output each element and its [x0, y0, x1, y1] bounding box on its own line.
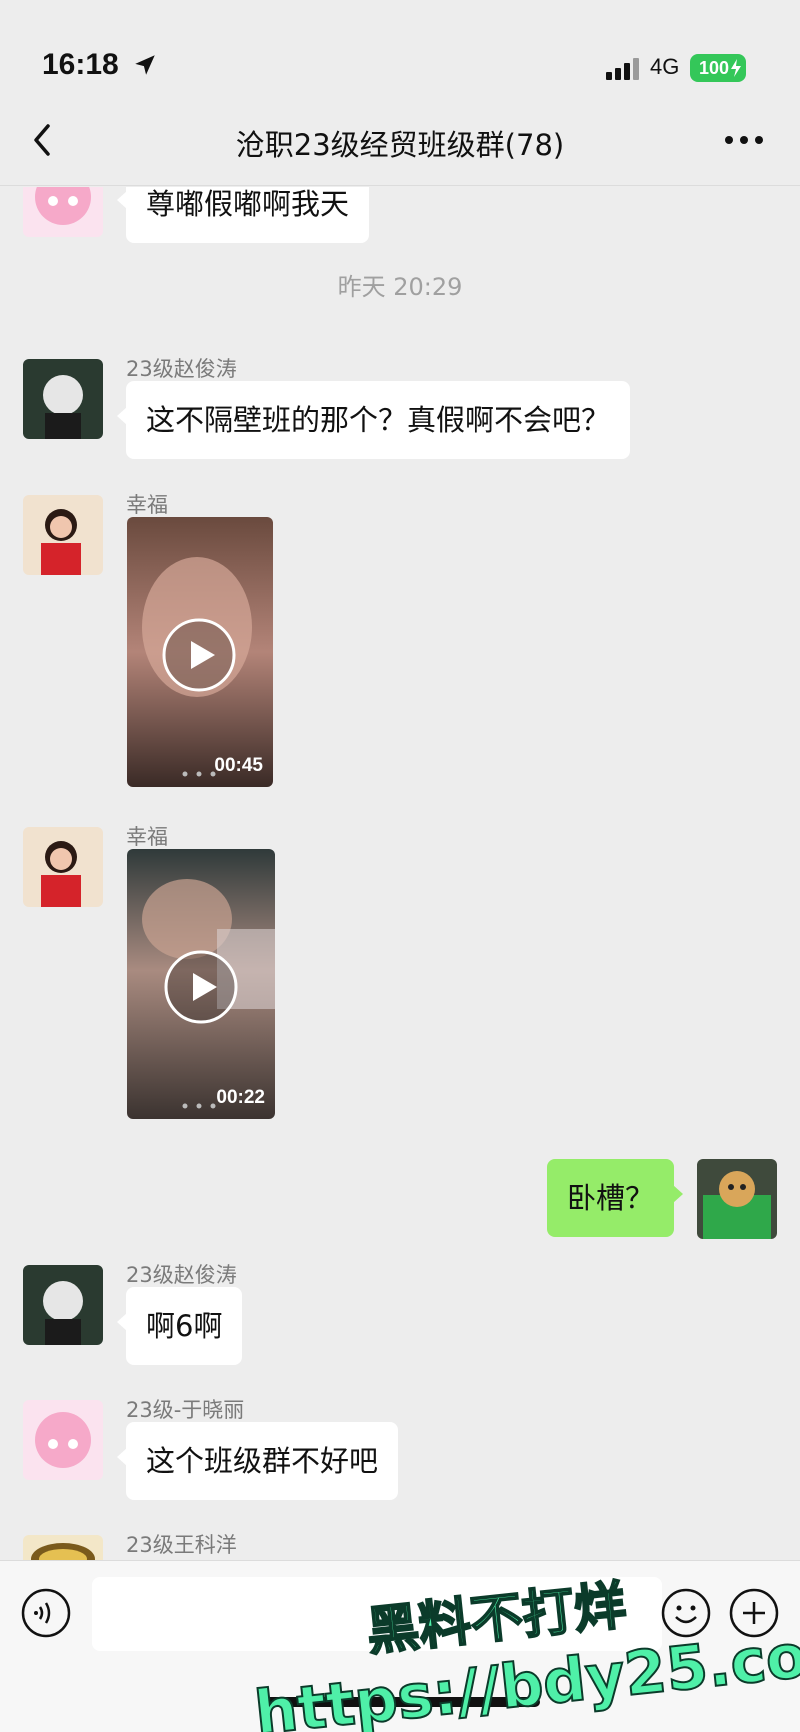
- chat-title: 沧职23级经贸班级群(78): [235, 128, 565, 162]
- nav-bar: 沧职23级经贸班级群(78): [0, 100, 800, 186]
- avatar[interactable]: [23, 1265, 103, 1345]
- sender-name: 23级王科洋: [126, 1533, 237, 1557]
- avatar[interactable]: [23, 359, 103, 439]
- input-bar: [0, 1560, 800, 1732]
- avatar-image: [23, 187, 103, 237]
- avatar-image: [23, 827, 103, 907]
- avatar[interactable]: [23, 1400, 103, 1480]
- self-avatar[interactable]: [697, 1159, 777, 1239]
- charging-bolt-icon: [731, 59, 741, 77]
- battery-icon: 100: [690, 54, 746, 82]
- avatar[interactable]: [23, 495, 103, 575]
- video-duration: 00:22: [216, 1087, 265, 1108]
- sender-name: 幸福: [126, 825, 168, 849]
- avatar[interactable]: [23, 827, 103, 907]
- play-icon[interactable]: [161, 617, 237, 693]
- video-duration: 00:45: [214, 755, 263, 776]
- voice-icon[interactable]: [20, 1587, 72, 1639]
- signal-icon: [606, 58, 639, 80]
- video-message[interactable]: 00:22: [127, 849, 275, 1119]
- message-bubble-self[interactable]: 卧槽？: [546, 1159, 684, 1237]
- avatar-image: [23, 359, 103, 439]
- battery-level: 100: [698, 57, 730, 78]
- message-bubble[interactable]: 这个班级群不好吧: [116, 1422, 399, 1500]
- home-indicator: [260, 1697, 540, 1707]
- sender-name: 23级赵俊涛: [126, 357, 237, 381]
- avatar-image: [23, 1265, 103, 1345]
- page-dots: [182, 771, 216, 777]
- plus-icon[interactable]: [728, 1587, 780, 1639]
- sender-name: 23级-于晓丽: [126, 1398, 245, 1422]
- network-type: 4G: [650, 54, 680, 79]
- sender-name: 23级赵俊涛: [126, 1263, 237, 1287]
- message-input[interactable]: [92, 1577, 662, 1651]
- emoji-icon[interactable]: [660, 1587, 712, 1639]
- message-bubble[interactable]: 尊嘟假嘟啊我天: [116, 187, 370, 243]
- avatar-image: [23, 1400, 103, 1480]
- avatar-image: [23, 495, 103, 575]
- message-bubble[interactable]: 啊6啊: [116, 1287, 243, 1365]
- video-message[interactable]: 00:45: [127, 517, 273, 787]
- page-dots: [182, 1103, 216, 1109]
- status-time: 16:18: [42, 48, 119, 81]
- location-arrow-icon: [135, 55, 155, 75]
- play-icon[interactable]: [163, 949, 239, 1025]
- message-list[interactable]: 尊嘟假嘟啊我天 昨天 20:29 23级赵俊涛 这不隔壁班的那个？真假啊不会吧？…: [0, 187, 800, 1560]
- avatar[interactable]: [23, 187, 103, 237]
- timestamp: 昨天 20:29: [337, 273, 463, 301]
- avatar-image: [697, 1159, 777, 1239]
- avatar[interactable]: [23, 1535, 103, 1560]
- more-icon[interactable]: [724, 134, 764, 146]
- status-bar: 16:18 4G 100: [0, 0, 800, 100]
- avatar-image: [23, 1535, 103, 1560]
- message-bubble[interactable]: 这不隔壁班的那个？真假啊不会吧？: [116, 381, 631, 459]
- sender-name: 幸福: [126, 493, 168, 517]
